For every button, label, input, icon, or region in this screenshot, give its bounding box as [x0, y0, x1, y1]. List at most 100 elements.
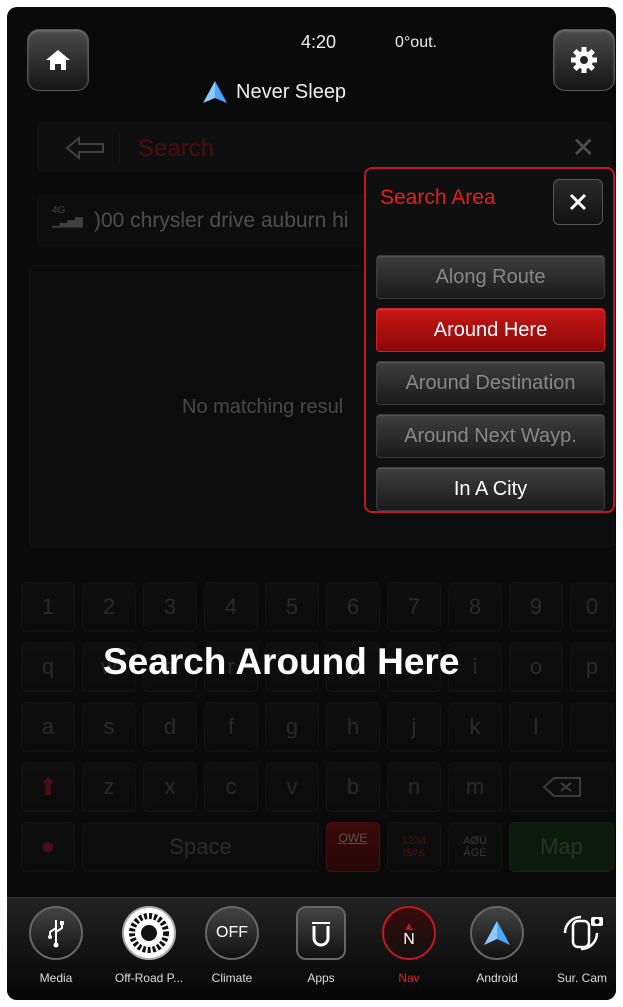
outside-temperature: 0°out.	[395, 34, 437, 51]
key[interactable]: f	[204, 702, 258, 752]
compass-icon: ▲ N	[382, 906, 436, 960]
key[interactable]: s	[82, 702, 136, 752]
back-arrow-icon	[64, 136, 104, 160]
key[interactable]: 7	[387, 582, 441, 632]
qwe-label: QWE	[338, 831, 368, 845]
key[interactable]: o	[509, 642, 563, 692]
nav-label: Sur. Cam	[556, 971, 607, 985]
popup-title: Search Area	[380, 186, 496, 209]
key[interactable]: m	[448, 762, 502, 812]
key[interactable]: g	[265, 702, 319, 752]
network-type: 4G	[52, 205, 66, 216]
key[interactable]: q	[21, 642, 75, 692]
key[interactable]: z	[82, 762, 136, 812]
map-key[interactable]: Map	[509, 822, 614, 872]
key[interactable]: v	[265, 762, 319, 812]
nav-climate[interactable]: OFF Climate	[197, 906, 267, 985]
usb-icon	[29, 906, 83, 960]
option-around-next-waypoint[interactable]: Around Next Wayp.	[376, 414, 605, 458]
key[interactable]: x	[143, 762, 197, 812]
shift-arrow-icon: ⬆	[37, 773, 59, 801]
key[interactable]: 2	[82, 582, 136, 632]
key[interactable]: p	[570, 642, 614, 692]
clock: 4:20	[301, 32, 337, 52]
android-auto-icon	[470, 906, 524, 960]
nav-label: Off-Road P...	[114, 971, 184, 985]
option-along-route[interactable]: Along Route	[376, 255, 605, 299]
overlay-caption: Search Around Here	[103, 641, 460, 682]
key[interactable]: l	[509, 702, 563, 752]
key[interactable]: 8	[448, 582, 502, 632]
settings-button[interactable]	[553, 29, 615, 91]
language-key[interactable]: ●	[21, 822, 75, 872]
clear-search-icon[interactable]: ✕	[572, 131, 595, 164]
key[interactable]: 4	[204, 582, 258, 632]
no-results-message: No matching resul	[182, 396, 344, 418]
key[interactable]: 5	[265, 582, 319, 632]
nav-apps[interactable]: Apps	[286, 906, 356, 985]
app-title-text: Never Sleep	[236, 80, 347, 103]
option-in-a-city[interactable]: In A City	[376, 467, 605, 511]
search-input[interactable]: Search	[138, 135, 214, 163]
intl-line-1: AØÜ	[463, 835, 487, 847]
nav-label: Media	[39, 971, 73, 985]
option-around-destination[interactable]: Around Destination	[376, 361, 605, 405]
tire-icon	[122, 906, 176, 960]
climate-off-text: OFF	[216, 924, 248, 941]
backspace-key[interactable]	[509, 762, 614, 812]
nav-media[interactable]: Media	[21, 906, 91, 985]
nav-android-auto[interactable]: Android	[462, 906, 532, 985]
key[interactable]: h	[326, 702, 380, 752]
international-key[interactable]: AØÜ ÁGĖ	[448, 822, 502, 872]
symbols-key[interactable]: 1234 !$#&	[387, 822, 441, 872]
backspace-icon	[542, 777, 581, 797]
network-indicator: 4G ▁▃▅▇	[52, 206, 83, 228]
head-unit-screen: 4:20 0°out. Never Sleep Search ✕ 4G ▁▃▅▇…	[7, 7, 616, 1000]
nav-label: Apps	[307, 971, 335, 985]
bottom-nav-bar: Media Off-Road P... OFF Climate Apps ▲ N…	[7, 897, 616, 1000]
app-title: Never Sleep	[202, 80, 346, 104]
home-button[interactable]	[27, 29, 89, 91]
key[interactable]: 3	[143, 582, 197, 632]
search-bar: Search ✕	[37, 122, 612, 172]
key[interactable]: 6	[326, 582, 380, 632]
gear-icon	[571, 47, 597, 73]
climate-off-icon: OFF	[205, 906, 259, 960]
back-button[interactable]	[50, 131, 120, 165]
key[interactable]: n	[387, 762, 441, 812]
current-address: )00 chrysler drive auburn hi	[94, 209, 349, 232]
key[interactable]: d	[143, 702, 197, 752]
home-icon	[46, 50, 70, 70]
nav-nav[interactable]: ▲ N Nav	[374, 906, 444, 985]
nav-off-road-pages[interactable]: Off-Road P...	[109, 906, 189, 985]
key[interactable]: k	[448, 702, 502, 752]
key-blank[interactable]	[570, 702, 614, 752]
symbols-line-1: 1234	[401, 835, 427, 847]
nav-label: Nav	[398, 971, 420, 985]
close-icon	[569, 193, 587, 211]
key[interactable]: b	[326, 762, 380, 812]
option-around-here[interactable]: Around Here	[376, 308, 605, 352]
qwe-layout-key[interactable]: QWE	[326, 822, 380, 872]
key[interactable]: 1	[21, 582, 75, 632]
key[interactable]: a	[21, 702, 75, 752]
key[interactable]: c	[204, 762, 258, 812]
compass-letter: N	[403, 931, 415, 948]
globe-icon: ●	[40, 833, 56, 860]
nav-surround-camera[interactable]: Sur. Cam	[547, 906, 616, 985]
apps-icon	[296, 906, 346, 960]
key[interactable]: 0	[570, 582, 614, 632]
space-key[interactable]: Space	[82, 822, 319, 872]
android-auto-arrow-icon	[203, 81, 227, 103]
key[interactable]: 9	[509, 582, 563, 632]
surround-camera-icon	[555, 906, 609, 960]
nav-label: Climate	[211, 971, 253, 985]
nav-label: Android	[476, 971, 518, 985]
intl-line-2: ÁGĖ	[463, 847, 487, 859]
symbols-line-2: !$#&	[402, 847, 426, 859]
shift-key[interactable]: ⬆	[21, 762, 75, 812]
search-area-popup: Search Area Along Route Around Here Arou…	[364, 167, 615, 513]
signal-bars-icon: ▁▃▅▇	[52, 217, 83, 228]
key[interactable]: j	[387, 702, 441, 752]
popup-close-button[interactable]	[553, 179, 603, 225]
